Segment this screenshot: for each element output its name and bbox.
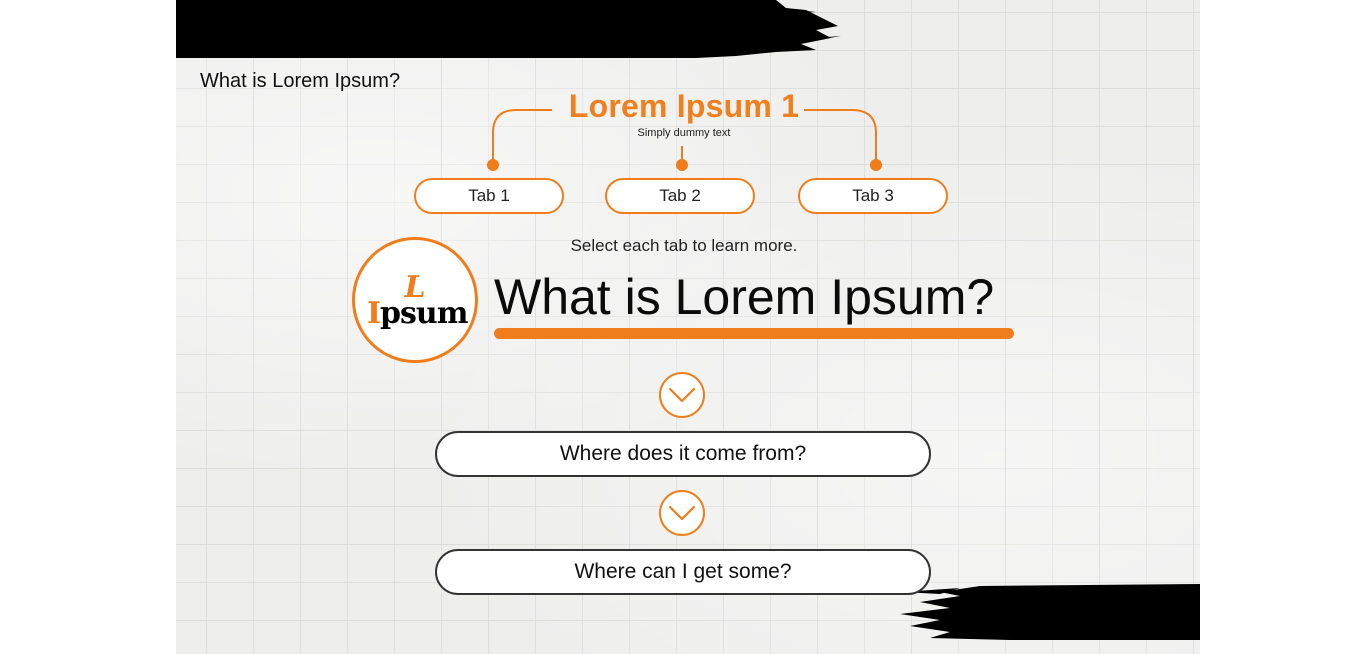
hub-title: Lorem Ipsum 1 <box>568 88 800 124</box>
logo-word: Ipsum <box>367 296 468 331</box>
question-button-get-some[interactable]: Where can I get some? <box>435 549 931 595</box>
chevron-down-icon[interactable] <box>659 372 705 418</box>
tab-2-button[interactable]: Tab 2 <box>605 178 755 214</box>
hub-subtitle: Simply dummy text <box>637 127 731 139</box>
lorem-ipsum-logo: L Ipsum <box>352 237 478 363</box>
chevron-down-icon[interactable] <box>659 490 705 536</box>
main-heading: What is Lorem Ipsum? <box>494 269 995 325</box>
heading-underline <box>494 328 1014 339</box>
tab-1-button[interactable]: Tab 1 <box>414 178 564 214</box>
logo-word-rest: psum <box>380 296 468 331</box>
question-button-origin[interactable]: Where does it come from? <box>435 431 931 477</box>
instruction-text: Select each tab to learn more. <box>570 236 798 255</box>
tab-3-button[interactable]: Tab 3 <box>798 178 948 214</box>
slide-canvas: What is Lorem Ipsum? Lorem Ipsum 1 Simpl… <box>176 0 1200 654</box>
logo-word-first: I <box>367 296 381 331</box>
brush-stroke-bottom <box>900 584 1200 640</box>
chevron-down-icon-glyph <box>668 387 696 403</box>
chevron-down-icon-glyph <box>668 505 696 521</box>
